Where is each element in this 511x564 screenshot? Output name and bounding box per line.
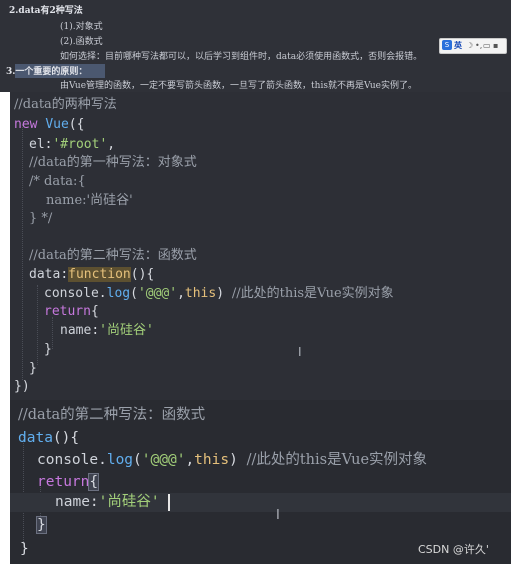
- property: name: [60, 323, 92, 338]
- comment: //data的第一种写法：对象式: [29, 155, 197, 170]
- indent-guide: [52, 317, 53, 349]
- punctuation: (){: [52, 430, 80, 446]
- identifier: console: [37, 452, 99, 468]
- moon-icon[interactable]: ☽: [466, 40, 473, 52]
- punctuation: ({: [68, 117, 85, 132]
- watermark: CSDN @许久': [418, 543, 489, 556]
- comment: //data的第二种写法：函数式: [29, 248, 197, 263]
- code-line: }): [14, 379, 30, 395]
- code-line-current: name:'尚硅谷': [55, 494, 160, 510]
- code-line: console.log('@@@',this) //此处的this是Vue实例对…: [44, 286, 394, 301]
- note-line-4: 如何选择：目前哪种写法都可以，以后学习到组件时，data必须使用函数式，否则会报…: [60, 52, 423, 62]
- property: data: [29, 267, 61, 282]
- matched-brace: }: [36, 516, 47, 534]
- string: '@@@': [141, 452, 186, 468]
- code-line: name:'尚硅谷': [60, 323, 154, 338]
- property: name: [55, 494, 90, 510]
- code-line: }: [29, 361, 37, 377]
- code-line: name:'尚硅谷': [46, 193, 133, 209]
- punctuation: }: [20, 541, 29, 557]
- code-line: }: [36, 516, 47, 534]
- code-editor-bottom[interactable]: //data的第二种写法：函数式 data(){ console.log('@@…: [10, 400, 511, 564]
- class-name: Vue: [45, 117, 69, 132]
- string: '尚硅谷': [98, 494, 160, 510]
- note-line-2: (1).对象式: [60, 22, 103, 32]
- notes-panel: 2.data有2种写法 (1).对象式 (2).函数式 如何选择：目前哪种写法都…: [0, 0, 511, 92]
- method: log: [106, 286, 131, 301]
- comment: name:'尚硅谷': [46, 193, 133, 208]
- punctuation: {: [90, 304, 99, 319]
- string: '@@@': [137, 286, 178, 301]
- matched-brace: {: [88, 473, 100, 491]
- code-line: el:'#root',: [29, 137, 116, 152]
- ime-language-toggle[interactable]: 英: [454, 40, 462, 52]
- text-cursor-icon: I: [276, 508, 280, 523]
- string: '#root': [52, 137, 108, 152]
- comment: //此处的this是Vue实例对象: [246, 452, 428, 468]
- note-line-5: 3.一个重要的原则：: [6, 67, 88, 77]
- text-caret: [168, 494, 170, 511]
- code-line: return{: [44, 304, 99, 320]
- ime-logo-icon[interactable]: S: [442, 40, 452, 50]
- ime-toolbar[interactable]: S 英 ☽ •, ▭ ▪: [439, 38, 507, 54]
- code-line: }: [44, 342, 52, 358]
- function-name: data: [18, 430, 53, 446]
- indent-guide: [23, 434, 24, 544]
- punctuation-icon[interactable]: •,: [475, 40, 482, 52]
- punctuation: (){: [130, 267, 155, 282]
- note-line-1: 2.data有2种写法: [9, 6, 83, 16]
- comment: //data的两种写法: [14, 97, 117, 112]
- code-line: /* data:{: [29, 174, 86, 190]
- punctuation: }: [29, 361, 37, 376]
- indent-guide: [22, 124, 23, 380]
- code-line: console.log('@@@',this) //此处的this是Vue实例对…: [37, 452, 428, 468]
- property: el: [29, 137, 45, 152]
- screenshot: 2.data有2种写法 (1).对象式 (2).函数式 如何选择：目前哪种写法都…: [0, 0, 511, 564]
- punctuation: }): [14, 379, 30, 394]
- identifier: console: [44, 286, 99, 301]
- code-line: } */: [29, 211, 52, 227]
- code-line: data:function(){: [29, 267, 155, 282]
- keyword-this: this: [194, 452, 230, 468]
- code-line: new Vue({: [14, 117, 84, 133]
- code-line: //data的两种写法: [14, 97, 117, 113]
- note-line-6: 由Vue管理的函数，一定不要写箭头函数，一旦写了箭头函数，this就不再是Vue…: [60, 81, 418, 91]
- punctuation: }: [44, 342, 52, 357]
- code-editor-top[interactable]: //data的两种写法 new Vue({ el:'#root', //data…: [10, 92, 511, 400]
- text-cursor-icon: I: [298, 345, 302, 359]
- keyword: return: [37, 474, 90, 490]
- code-line: //data的第二种写法：函数式: [29, 248, 197, 264]
- keyword-highlighted: function: [68, 267, 131, 282]
- method: log: [106, 452, 134, 468]
- keyword: return: [44, 304, 91, 319]
- comment: //data的第二种写法：函数式: [18, 407, 206, 423]
- string: '尚硅谷': [99, 323, 154, 338]
- code-line: //data的第一种写法：对象式: [29, 155, 197, 171]
- comment: /* data:{: [29, 174, 86, 189]
- note-line-3: (2).函数式: [60, 37, 103, 47]
- keyword: new: [14, 117, 38, 132]
- code-line: }: [20, 540, 29, 558]
- keyboard-icon[interactable]: ▭: [483, 40, 491, 52]
- skin-icon[interactable]: ▪: [493, 40, 498, 52]
- code-line: //data的第二种写法：函数式: [18, 406, 205, 424]
- keyword-this: this: [184, 286, 217, 301]
- code-line: data(){: [18, 429, 79, 447]
- comment: } */: [29, 211, 53, 226]
- indent-guide: [37, 285, 38, 365]
- code-line: return{: [37, 473, 100, 491]
- comment: //此处的this是Vue实例对象: [231, 286, 394, 301]
